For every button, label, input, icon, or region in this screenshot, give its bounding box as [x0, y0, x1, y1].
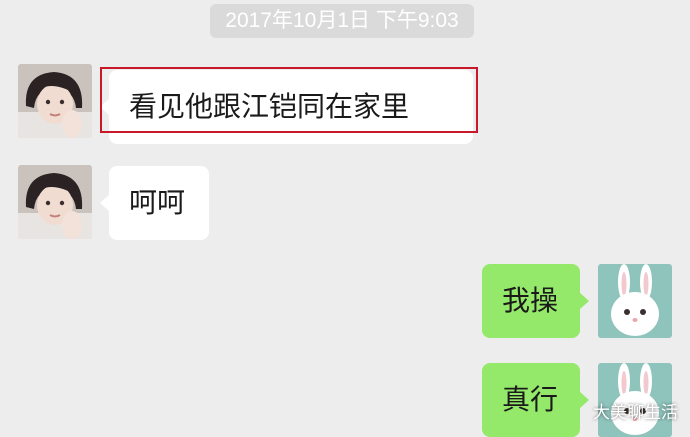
- message-bubble[interactable]: 呵呵: [100, 166, 209, 240]
- bubble-tail: [100, 98, 110, 116]
- my-avatar[interactable]: [598, 264, 672, 338]
- contact-avatar[interactable]: [18, 64, 92, 138]
- message-bubble[interactable]: 真行: [482, 363, 589, 437]
- message-bubble[interactable]: 看见他跟江铠同在家里: [100, 70, 473, 144]
- message-text: 我操: [502, 284, 559, 317]
- message-text: 看见他跟江铠同在家里: [129, 90, 410, 123]
- girl-avatar-icon: [18, 165, 92, 239]
- bubble-tail: [100, 194, 110, 212]
- message-timestamp: 2017年10月1日 下午9:03: [210, 4, 474, 38]
- message-bubble[interactable]: 我操: [482, 264, 589, 338]
- rabbit-avatar-icon: [598, 264, 672, 338]
- message-text: 真行: [502, 383, 559, 416]
- bubble-tail: [579, 391, 589, 409]
- girl-avatar-icon: [18, 64, 92, 138]
- bubble-tail: [579, 292, 589, 310]
- message-text: 呵呵: [129, 186, 186, 219]
- watermark: 大美聊生活: [593, 403, 678, 423]
- contact-avatar[interactable]: [18, 165, 92, 239]
